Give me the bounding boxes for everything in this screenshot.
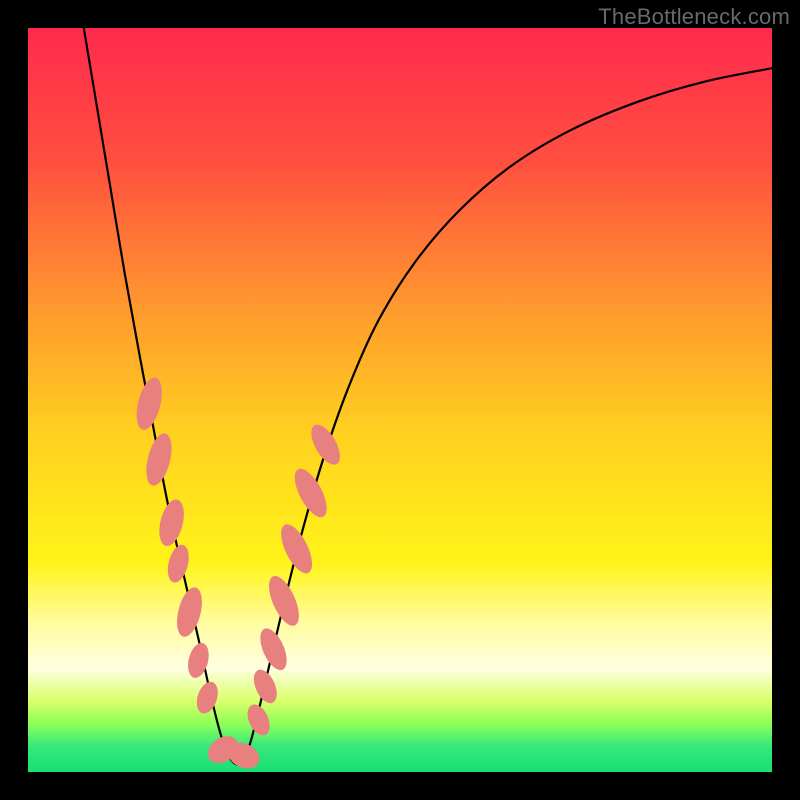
plot-area	[28, 28, 772, 772]
chart-frame: TheBottleneck.com	[0, 0, 800, 800]
watermark-text: TheBottleneck.com	[598, 4, 790, 30]
chart-svg	[28, 28, 772, 772]
